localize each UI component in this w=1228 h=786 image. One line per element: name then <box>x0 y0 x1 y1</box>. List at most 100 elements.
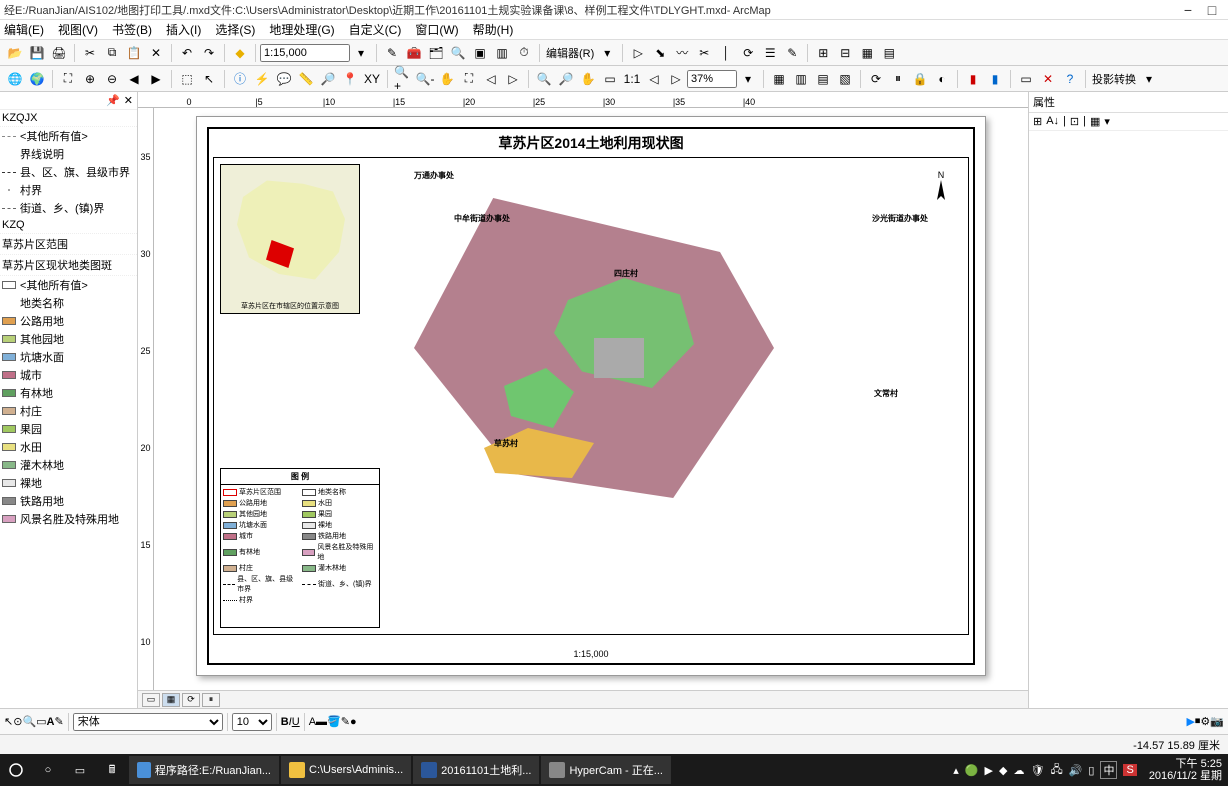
toggle-icon[interactable]: ◐ <box>932 69 952 89</box>
toc-item[interactable]: 城市 <box>0 366 137 384</box>
prev-extent-icon[interactable]: ◀ <box>124 69 144 89</box>
menu-item[interactable]: 地理处理(G) <box>269 21 334 38</box>
editor-dropdown-icon[interactable]: ▾ <box>597 43 617 63</box>
toc-item[interactable]: 街道、乡、(镇)界 <box>0 199 137 217</box>
menu-item[interactable]: 视图(V) <box>58 21 98 38</box>
toc-item[interactable]: 其他园地 <box>0 330 137 348</box>
rotate-icon[interactable]: ⟳ <box>738 43 758 63</box>
north-arrow[interactable]: N <box>926 170 956 212</box>
inset-map[interactable]: 草苏片区在市辖区的位置示意图 <box>220 164 360 314</box>
toc-item[interactable]: 有林地 <box>0 384 137 402</box>
select-element-icon[interactable]: ↖ <box>4 715 13 728</box>
cut-poly-icon[interactable]: ✂ <box>694 43 714 63</box>
taskbar-item[interactable]: 程序路径:E:/RuanJian... <box>129 756 279 784</box>
play-icon[interactable]: ▶ <box>1186 715 1194 728</box>
scale-input[interactable] <box>260 44 350 62</box>
zoom-in-icon[interactable]: 🔍+ <box>393 69 413 89</box>
rotate-element-icon[interactable]: ⊙ <box>13 715 22 728</box>
tray-battery-icon[interactable]: ▯ <box>1088 764 1094 777</box>
tray-up-icon[interactable]: ▴ <box>953 764 959 777</box>
attributes-icon[interactable]: ☰ <box>760 43 780 63</box>
toc-item[interactable]: <其他所有值> <box>0 276 137 294</box>
sketch-icon[interactable]: ✎ <box>782 43 802 63</box>
toc-group[interactable]: KZQJX <box>0 110 137 127</box>
goto-xy-icon[interactable]: XY <box>362 69 382 89</box>
layout-view-tab[interactable]: ▦ <box>162 693 180 707</box>
tray-app3-icon[interactable]: ◆ <box>999 764 1007 777</box>
georef-icon[interactable]: ⊞ <box>813 43 833 63</box>
menu-item[interactable]: 书签(B) <box>112 21 152 38</box>
search-icon[interactable]: 🔍 <box>448 43 468 63</box>
delete-icon[interactable]: ✕ <box>146 43 166 63</box>
redo-icon[interactable]: ↷ <box>199 43 219 63</box>
ext2-icon[interactable]: ▮ <box>985 69 1005 89</box>
catalog-icon[interactable]: 🗂 <box>426 43 446 63</box>
bold-icon[interactable]: B <box>281 716 289 728</box>
pause-icon[interactable]: ⏸ <box>888 69 908 89</box>
toc-group[interactable]: 草苏片区范围 <box>0 234 137 255</box>
layout-zoom-input[interactable] <box>687 70 737 88</box>
fixed-zoomin-icon[interactable]: ⊕ <box>80 69 100 89</box>
full-icon[interactable]: ⛶ <box>459 69 479 89</box>
add-data-icon[interactable]: ◆ <box>230 43 250 63</box>
tray-app4-icon[interactable]: ☁ <box>1013 764 1024 777</box>
pause-draw-icon[interactable]: ⏸ <box>202 693 220 707</box>
georef4-icon[interactable]: ▤ <box>879 43 899 63</box>
paste-icon[interactable]: 📋 <box>124 43 144 63</box>
props-more-icon[interactable]: ▾ <box>1104 115 1110 128</box>
toc-item[interactable]: 公路用地 <box>0 312 137 330</box>
fixed-zoomout-icon[interactable]: ⊖ <box>102 69 122 89</box>
toc-item[interactable]: 果园 <box>0 420 137 438</box>
taskbar-item[interactable]: HyperCam - 正在... <box>541 756 671 784</box>
dd2-icon[interactable]: ▥ <box>791 69 811 89</box>
rect-icon[interactable]: ▭ <box>36 715 46 728</box>
tray-ime-icon[interactable]: 中 <box>1100 761 1117 779</box>
undo-icon[interactable]: ↶ <box>177 43 197 63</box>
zoom-element-icon[interactable]: 🔍 <box>22 715 36 728</box>
layout-zoomout-icon[interactable]: 🔎 <box>556 69 576 89</box>
back-icon[interactable]: ◁ <box>481 69 501 89</box>
ext-del-icon[interactable]: ✕ <box>1038 69 1058 89</box>
layout-pan-icon[interactable]: ✋ <box>578 69 598 89</box>
georef3-icon[interactable]: ▦ <box>857 43 877 63</box>
map-frame[interactable]: 草苏片区2014土地利用现状图 草苏片区在市辖区的位置示意图 N <box>207 127 975 665</box>
edit-tool-icon[interactable]: ▷ <box>628 43 648 63</box>
menu-item[interactable]: 窗口(W) <box>415 21 458 38</box>
fontcolor-icon[interactable]: A▬ <box>309 716 327 728</box>
proj-dropdown-icon[interactable]: ▾ <box>1139 69 1159 89</box>
props-cat-icon[interactable]: ⊞ <box>1033 115 1042 128</box>
tray-ime2-icon[interactable]: S <box>1123 764 1136 776</box>
tray-net-icon[interactable]: 🖧 <box>1050 761 1062 780</box>
taskview-icon[interactable]: ▭ <box>64 754 96 786</box>
measure-icon[interactable]: 📏 <box>296 69 316 89</box>
tray-shield-icon[interactable]: 🛡 <box>1030 764 1044 777</box>
copy-icon[interactable]: ⧉ <box>102 43 122 63</box>
cut-icon[interactable]: ✂ <box>80 43 100 63</box>
reshape-icon[interactable]: 〰 <box>672 43 692 63</box>
split-icon[interactable]: │ <box>716 43 736 63</box>
python-icon[interactable]: ▣ <box>470 43 490 63</box>
close-toc-icon[interactable]: ✕ <box>124 94 133 107</box>
menu-item[interactable]: 插入(I) <box>166 21 201 38</box>
tray-app1-icon[interactable]: 🟢 <box>965 764 979 777</box>
tray-app2-icon[interactable]: ▶ <box>985 764 993 777</box>
props-expand-icon[interactable]: ⊡ <box>1070 115 1079 128</box>
props-grid-icon[interactable]: ▦ <box>1090 115 1100 128</box>
legend[interactable]: 图 例 草苏片区范围地类名称公路用地水田其他园地果园坑塘水面裸地城市铁路用地有林… <box>220 468 380 628</box>
toc-item[interactable]: 水田 <box>0 438 137 456</box>
ext3-icon[interactable]: ▭ <box>1016 69 1036 89</box>
dd3-icon[interactable]: ▤ <box>813 69 833 89</box>
toc-item[interactable]: 县、区、旗、县级市界 <box>0 163 137 181</box>
hyperlink-icon[interactable]: ⚡ <box>252 69 272 89</box>
fontsize-select[interactable]: 10 <box>232 713 272 731</box>
cortana-icon[interactable]: ○ <box>32 754 64 786</box>
toc-item[interactable]: 灌木林地 <box>0 456 137 474</box>
data-view-tab[interactable]: ▭ <box>142 693 160 707</box>
layout-whole-icon[interactable]: ▭ <box>600 69 620 89</box>
maximize-button[interactable]: □ <box>1200 2 1224 18</box>
page-workspace[interactable]: 草苏片区2014土地利用现状图 草苏片区在市辖区的位置示意图 N <box>154 108 1028 690</box>
toc-item[interactable]: 界线说明 <box>0 145 137 163</box>
toc-item[interactable]: 风景名胜及特殊用地 <box>0 510 137 528</box>
zoom-out-icon[interactable]: 🔍- <box>415 69 435 89</box>
toc-tree[interactable]: KZQJX<其他所有值>界线说明县、区、旗、县级市界村界街道、乡、(镇)界KZQ… <box>0 110 137 708</box>
